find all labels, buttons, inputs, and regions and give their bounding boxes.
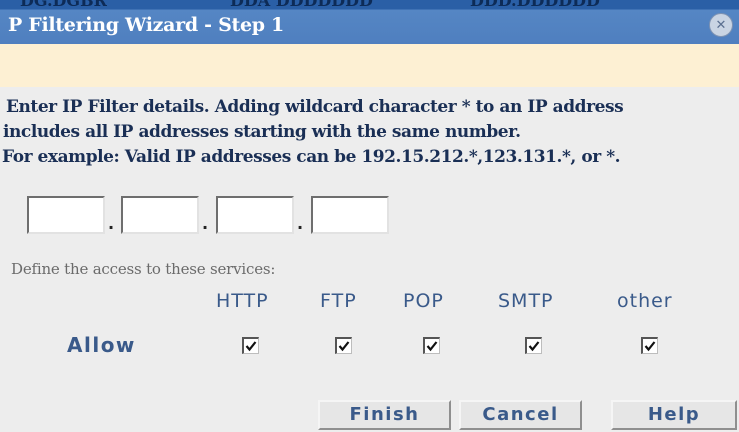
ghost-text-1: DG.DGBR <box>20 0 107 10</box>
service-header-pop: POP <box>403 290 444 312</box>
ip-octet-3-input[interactable] <box>216 196 294 234</box>
instruction-line-1: Enter IP Filter details. Adding wildcard… <box>6 97 624 117</box>
allow-row-label: Allow <box>67 333 136 357</box>
ip-octet-1-input[interactable] <box>27 196 105 234</box>
instruction-line-3: For example: Valid IP addresses can be 1… <box>2 147 621 167</box>
allow-ftp-checkbox[interactable] <box>335 337 352 354</box>
checkmark-icon <box>245 341 257 352</box>
service-header-other: other <box>617 290 673 312</box>
close-button[interactable]: ✕ <box>709 13 733 37</box>
service-header-http: HTTP <box>216 290 269 312</box>
allow-http-checkbox[interactable] <box>242 337 259 354</box>
ip-separator: . <box>108 214 115 233</box>
ip-separator: . <box>202 214 209 233</box>
allow-smtp-checkbox[interactable] <box>525 337 542 354</box>
ghost-text-3: DDD.DDDDDD <box>470 0 600 10</box>
checkmark-icon <box>426 341 438 352</box>
ip-octet-4-input[interactable] <box>311 196 389 234</box>
checkmark-icon <box>528 341 540 352</box>
allow-pop-checkbox[interactable] <box>423 337 440 354</box>
instructions: Enter IP Filter details. Adding wildcard… <box>0 95 739 170</box>
close-icon: ✕ <box>715 17 727 33</box>
service-header-smtp: SMTP <box>498 290 554 312</box>
cancel-button[interactable]: Cancel <box>459 400 582 430</box>
access-label: Define the access to these services: <box>11 260 276 278</box>
help-button[interactable]: Help <box>611 400 737 430</box>
title-bar: DG.DGBR DDA DDDDDDD DDD.DDDDDD P Filteri… <box>0 0 739 44</box>
background-window-text: DG.DGBR DDA DDDDDDD DDD.DDDDDD <box>0 0 739 10</box>
finish-button[interactable]: Finish <box>318 400 451 430</box>
ghost-text-2: DDA DDDDDDD <box>230 0 373 10</box>
checkmark-icon <box>338 341 350 352</box>
ip-octet-2-input[interactable] <box>121 196 199 234</box>
window-title: P Filtering Wizard - Step 1 <box>8 14 284 36</box>
service-header-ftp: FTP <box>320 290 357 312</box>
notice-band <box>0 44 739 87</box>
allow-other-checkbox[interactable] <box>641 337 658 354</box>
checkmark-icon <box>644 341 656 352</box>
instruction-line-2: includes all IP addresses starting with … <box>3 122 521 142</box>
ip-separator: . <box>297 214 304 233</box>
